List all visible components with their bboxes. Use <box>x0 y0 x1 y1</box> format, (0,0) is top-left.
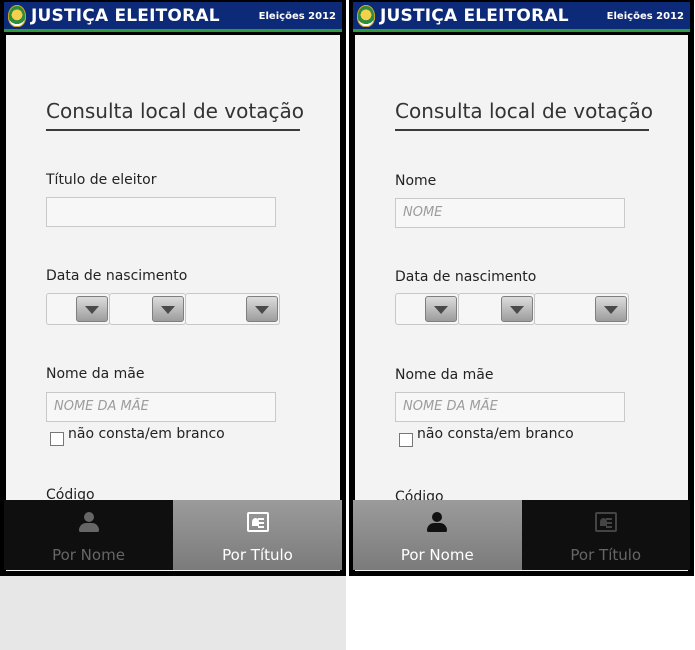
name-label: Nome <box>395 173 437 189</box>
tab-label: Por Nome <box>400 546 474 564</box>
birth-day-select[interactable] <box>46 293 110 325</box>
bottom-tab-bar: Por Nome Por Título <box>353 500 690 570</box>
tab-por-titulo[interactable]: Por Título <box>521 500 690 570</box>
user-icon <box>426 512 448 532</box>
birth-date-selectors <box>46 293 280 325</box>
app-title: JUSTIÇA ELEITORAL <box>380 6 569 26</box>
chevron-down-icon <box>76 296 108 322</box>
tab-por-nome[interactable]: Por Nome <box>4 500 173 570</box>
birth-month-select[interactable] <box>458 293 535 325</box>
app-title: JUSTIÇA ELEITORAL <box>31 6 220 26</box>
birth-month-select[interactable] <box>109 293 186 325</box>
not-listed-checkbox[interactable] <box>50 432 64 446</box>
tab-label: Por Título <box>222 546 293 564</box>
background-gray-block <box>0 576 346 650</box>
chevron-down-icon <box>595 296 627 322</box>
not-listed-label: não consta/em branco <box>417 426 574 442</box>
mother-name-input[interactable]: NOME DA MÃE <box>46 392 276 422</box>
screen-por-nome: JUSTIÇA ELEITORAL Eleições 2012 Consulta… <box>349 0 694 576</box>
title-divider <box>395 129 649 131</box>
election-year-badge: Eleições 2012 <box>606 11 684 22</box>
app-header: JUSTIÇA ELEITORAL Eleições 2012 <box>4 2 342 32</box>
chevron-down-icon <box>152 296 184 322</box>
birth-year-select[interactable] <box>185 293 280 325</box>
titulo-eleitor-input[interactable] <box>46 197 276 227</box>
mother-name-input[interactable]: NOME DA MÃE <box>395 392 625 422</box>
coat-of-arms-icon <box>8 5 26 27</box>
app-header: JUSTIÇA ELEITORAL Eleições 2012 <box>353 2 690 32</box>
birth-date-selectors <box>395 293 629 325</box>
titulo-eleitor-label: Título de eleitor <box>46 172 157 188</box>
user-icon <box>78 512 100 532</box>
title-divider <box>46 129 300 131</box>
form-content: Consulta local de votação Título de elei… <box>6 35 340 571</box>
bottom-tab-bar: Por Nome Por Título <box>4 500 342 570</box>
chevron-down-icon <box>246 296 278 322</box>
birth-date-label: Data de nascimento <box>395 269 537 285</box>
form-title: Consulta local de votação <box>46 99 304 123</box>
chevron-down-icon <box>501 296 533 322</box>
birth-year-select[interactable] <box>534 293 629 325</box>
screen-por-titulo: JUSTIÇA ELEITORAL Eleições 2012 Consulta… <box>0 0 346 576</box>
form-content: Consulta local de votação Nome NOME Data… <box>355 35 688 571</box>
election-year-badge: Eleições 2012 <box>258 11 336 22</box>
name-input[interactable]: NOME <box>395 198 625 228</box>
tab-label: Por Título <box>570 546 642 564</box>
not-listed-label: não consta/em branco <box>68 426 225 442</box>
voter-card-icon <box>246 512 269 532</box>
not-listed-checkbox[interactable] <box>399 433 413 447</box>
voter-card-icon <box>594 512 617 532</box>
birth-date-label: Data de nascimento <box>46 268 188 284</box>
birth-day-select[interactable] <box>395 293 459 325</box>
tab-por-titulo[interactable]: Por Título <box>173 500 342 570</box>
tab-por-nome[interactable]: Por Nome <box>353 500 522 570</box>
coat-of-arms-icon <box>357 5 375 27</box>
form-title: Consulta local de votação <box>395 99 653 123</box>
mother-name-label: Nome da mãe <box>395 367 494 383</box>
mother-name-label: Nome da mãe <box>46 366 145 382</box>
tab-label: Por Nome <box>52 546 125 564</box>
chevron-down-icon <box>425 296 457 322</box>
